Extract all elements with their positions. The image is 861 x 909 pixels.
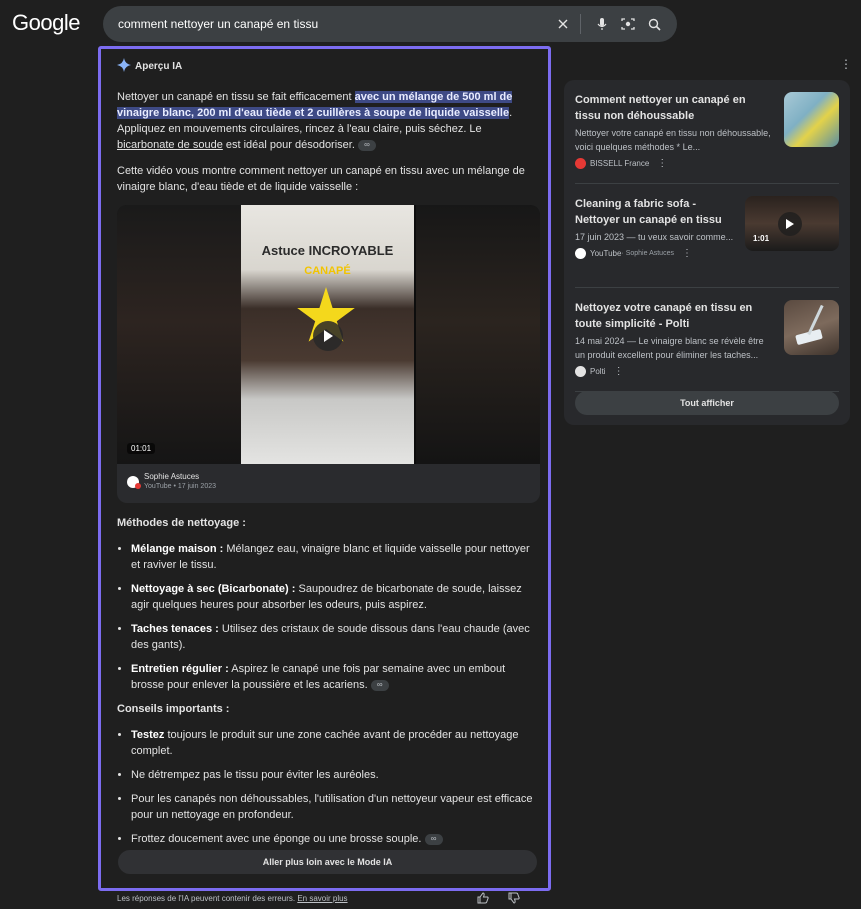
source-desc: 17 juin 2023 — tu veux savoir comme... [575,232,734,242]
steam-cleaner-thumbnail[interactable] [784,300,839,355]
bissell-icon [575,158,586,169]
intro-text: Nettoyer un canapé en tissu se fait effi… [117,91,355,103]
source-origin: Polti ⋮ [575,366,839,377]
methods-heading: Méthodes de nettoyage : [117,517,246,529]
source-card[interactable]: Nettoyez votre canapé en tissu en toute … [575,288,839,392]
clear-icon[interactable] [552,13,574,35]
list-item: Entretien régulier : Aspirez le canapé u… [131,661,534,693]
video-overlay-subtitle: CANAPÉ [304,265,351,277]
youtube-icon [127,475,141,489]
youtube-icon [575,248,586,259]
video-overlay-title: Astuce INCROYABLE [261,243,394,258]
list-item: Taches tenaces : Utilisez des cristaux d… [131,621,534,653]
source-origin: BISSELL France ⋮ [575,158,839,169]
video-source: YouTube • 17 juin 2023 [144,483,216,490]
source-desc: 14 mai 2024 — Le vinaigre blanc se révèl… [575,336,764,360]
play-icon[interactable] [778,212,802,236]
kebab-icon[interactable]: ⋮ [614,366,624,377]
search-divider [580,14,581,34]
ai-intro-paragraph: Nettoyer un canapé en tissu se fait effi… [117,89,534,153]
ai-overview-panel: Aperçu IA Nettoyer un canapé en tissu se… [98,46,551,891]
lens-icon[interactable] [617,13,639,35]
source-card[interactable]: Comment nettoyer un canapé en tissu non … [575,80,839,184]
ai-mode-button[interactable]: Aller plus loin avec le Mode IA [118,850,537,874]
source-title[interactable]: Cleaning a fabric sofa - Nettoyer un can… [575,196,740,228]
source-title[interactable]: Comment nettoyer un canapé en tissu non … [575,92,773,124]
tips-heading: Conseils importants : [117,703,230,715]
methods-list: Mélange maison : Mélangez eau, vinaigre … [117,541,534,693]
google-logo[interactable]: Google [12,10,80,36]
link-icon[interactable]: ∞ [370,679,389,691]
kebab-icon[interactable]: ⋮ [682,248,692,259]
search-icon[interactable] [643,13,665,35]
video-duration: 1:01 [753,234,770,243]
ai-overview-title: Aperçu IA [135,60,183,72]
video-intro: Cette vidéo vous montre comment nettoyer… [117,165,525,193]
list-item: Mélange maison : Mélangez eau, vinaigre … [131,541,534,573]
sofa-vacuum-thumbnail[interactable] [784,92,839,147]
search-input[interactable]: comment nettoyer un canapé en tissu [118,17,548,31]
bicarbonate-link[interactable]: bicarbonate de soude [117,139,223,151]
video-channel: Sophie Astuces [144,472,200,481]
show-all-button[interactable]: Tout afficher [575,391,839,415]
kebab-icon[interactable]: ⋮ [657,158,667,169]
microphone-icon[interactable] [591,13,613,35]
video-blur-right [416,205,540,464]
video-thumbnail[interactable]: Astuce INCROYABLE CANAPÉ 01:01 [117,205,540,464]
thumbs-up-icon[interactable] [477,892,489,907]
source-title[interactable]: Nettoyez votre canapé en tissu en toute … [575,300,773,332]
polti-icon [575,366,586,377]
ai-overview-header: Aperçu IA [117,57,534,75]
list-item: Nettoyage à sec (Bicarbonate) : Saupoudr… [131,581,534,613]
sparkle-icon [117,57,131,75]
thumbs-down-icon[interactable] [508,892,520,907]
source-card[interactable]: Cleaning a fabric sofa - Nettoyer un can… [575,184,839,288]
intro-text-end: est idéal pour désodoriser. [222,139,355,151]
link-icon[interactable]: ∞ [424,833,443,845]
ai-disclaimer: Les réponses de l'IA peuvent contenir de… [117,894,348,903]
list-item: Testez toujours le produit sur une zone … [131,727,534,759]
learn-more-link[interactable]: En savoir plus [297,894,347,903]
link-icon[interactable]: ∞ [357,139,376,151]
play-button[interactable] [313,321,343,351]
video-card[interactable]: Astuce INCROYABLE CANAPÉ 01:01 Sophie As… [117,205,540,503]
video-meta: Sophie Astuces YouTube • 17 juin 2023 [117,464,540,499]
more-options-icon[interactable]: ⋮ [840,57,852,71]
sources-panel: Comment nettoyer un canapé en tissu non … [564,80,850,425]
tips-list: Testez toujours le produit sur une zone … [117,727,534,847]
video-duration: 01:01 [127,443,156,454]
list-item: Ne détrempez pas le tissu pour éviter le… [131,767,534,783]
video-thumbnail[interactable]: 1:01 [745,196,839,251]
search-bar[interactable]: comment nettoyer un canapé en tissu [103,6,677,42]
video-blur-left [117,205,241,464]
list-item: Pour les canapés non déhoussables, l'uti… [131,791,534,823]
list-item: Frottez doucement avec une éponge ou une… [131,831,534,847]
source-desc: Nettoyer votre canapé en tissu non déhou… [575,128,771,152]
